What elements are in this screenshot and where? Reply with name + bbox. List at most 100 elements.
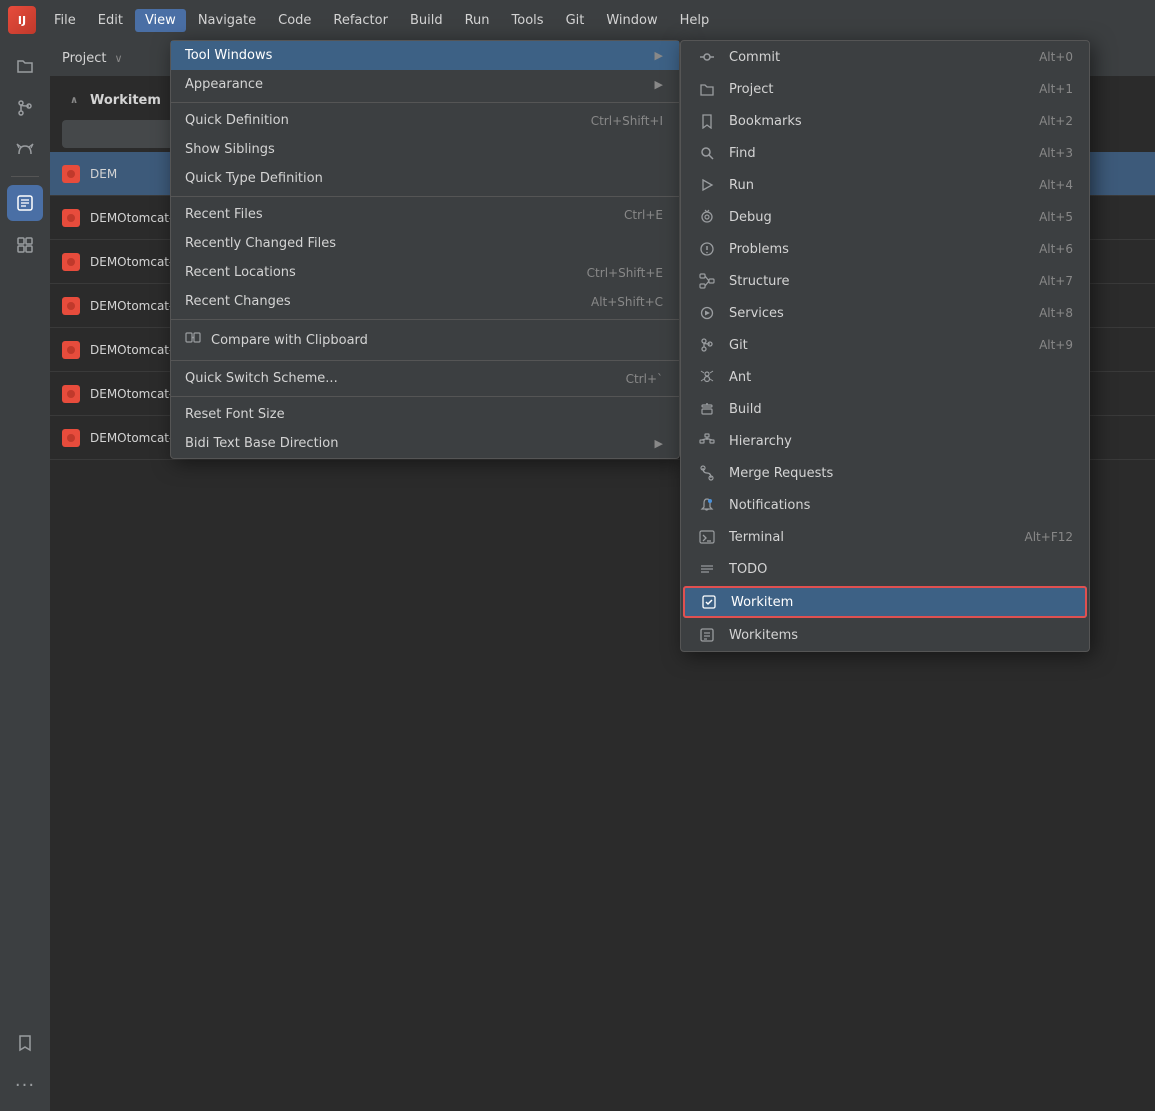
tw-item-workitems[interactable]: Workitems — [681, 619, 1089, 651]
tw-item-terminal[interactable]: Terminal Alt+F12 — [681, 521, 1089, 553]
menu-item-quick-type-definition[interactable]: Quick Type Definition — [171, 164, 679, 193]
tw-item-hierarchy[interactable]: Hierarchy — [681, 425, 1089, 457]
shortcut-label: Alt+1 — [1039, 82, 1073, 96]
red-dot-badge — [62, 253, 80, 271]
menu-item-compare-clipboard[interactable]: Compare with Clipboard — [171, 323, 679, 357]
tw-item-structure[interactable]: Structure Alt+7 — [681, 265, 1089, 297]
git-branch-icon — [695, 337, 719, 353]
shortcut-label: Alt+5 — [1039, 210, 1073, 224]
tw-item-problems[interactable]: Problems Alt+6 — [681, 233, 1089, 265]
menu-item-recent-files[interactable]: Recent Files Ctrl+E — [171, 200, 679, 229]
tw-item-label: Workitem — [731, 595, 1071, 610]
menu-item-appearance[interactable]: Appearance ▶ — [171, 70, 679, 99]
menu-tools[interactable]: Tools — [502, 9, 554, 32]
sidebar-cat-icon[interactable] — [7, 132, 43, 168]
tw-item-project[interactable]: Project Alt+1 — [681, 73, 1089, 105]
shortcut-label: Alt+0 — [1039, 50, 1073, 64]
menu-item-recently-changed-files[interactable]: Recently Changed Files — [171, 229, 679, 258]
tw-item-label: Hierarchy — [729, 434, 1073, 449]
sidebar-git-icon[interactable] — [7, 90, 43, 126]
commit-icon — [695, 49, 719, 65]
collapse-button[interactable]: ∧ — [64, 90, 84, 110]
menu-edit[interactable]: Edit — [88, 9, 133, 32]
tw-item-run[interactable]: Run Alt+4 — [681, 169, 1089, 201]
menu-build[interactable]: Build — [400, 9, 453, 32]
tw-item-label: Ant — [729, 370, 1073, 385]
tw-item-label: Services — [729, 306, 1039, 321]
shortcut-label: Ctrl+E — [624, 208, 663, 222]
shortcut-label: Ctrl+` — [626, 372, 663, 386]
tw-item-find[interactable]: Find Alt+3 — [681, 137, 1089, 169]
tw-item-label: Debug — [729, 210, 1039, 225]
sidebar-bookmark-icon[interactable] — [7, 1025, 43, 1061]
tw-item-notifications[interactable]: Notifications — [681, 489, 1089, 521]
menu-code[interactable]: Code — [268, 9, 321, 32]
merge-icon — [695, 465, 719, 481]
tw-item-bookmarks[interactable]: Bookmarks Alt+2 — [681, 105, 1089, 137]
shortcut-label: Alt+Shift+C — [591, 295, 663, 309]
menu-window[interactable]: Window — [596, 9, 667, 32]
sidebar-todo-icon[interactable] — [7, 185, 43, 221]
menu-separator — [171, 396, 679, 397]
menu-separator — [171, 319, 679, 320]
menu-item-quick-switch-scheme[interactable]: Quick Switch Scheme... Ctrl+` — [171, 364, 679, 393]
project-dropdown-arrow[interactable]: ∨ — [114, 52, 122, 65]
menu-item-label: Appearance — [185, 77, 647, 92]
menu-item-label: Tool Windows — [185, 48, 647, 63]
menu-item-label: Recent Locations — [185, 265, 563, 280]
tw-item-build[interactable]: Build — [681, 393, 1089, 425]
menu-item-label: Recently Changed Files — [185, 236, 663, 251]
menu-navigate[interactable]: Navigate — [188, 9, 266, 32]
tw-item-label: Project — [729, 82, 1039, 97]
menu-help[interactable]: Help — [670, 9, 720, 32]
menu-item-recent-changes[interactable]: Recent Changes Alt+Shift+C — [171, 287, 679, 316]
tw-item-services[interactable]: Services Alt+8 — [681, 297, 1089, 329]
menu-item-bidi-text[interactable]: Bidi Text Base Direction ▶ — [171, 429, 679, 458]
menu-item-show-siblings[interactable]: Show Siblings — [171, 135, 679, 164]
red-dot-badge — [62, 429, 80, 447]
menu-item-reset-font-size[interactable]: Reset Font Size — [171, 400, 679, 429]
menu-run[interactable]: Run — [455, 9, 500, 32]
tw-item-label: Structure — [729, 274, 1039, 289]
menu-refactor[interactable]: Refactor — [323, 9, 398, 32]
tw-item-label: Problems — [729, 242, 1039, 257]
menu-item-recent-locations[interactable]: Recent Locations Ctrl+Shift+E — [171, 258, 679, 287]
tool-windows-submenu[interactable]: Commit Alt+0 Project Alt+1 Bookmarks Alt… — [680, 40, 1090, 652]
tw-item-commit[interactable]: Commit Alt+0 — [681, 41, 1089, 73]
workitem-icon — [697, 594, 721, 610]
menu-git[interactable]: Git — [556, 9, 595, 32]
tw-item-label: Bookmarks — [729, 114, 1039, 129]
tw-item-ant[interactable]: Ant — [681, 361, 1089, 393]
services-icon — [695, 305, 719, 321]
menubar: IJ File Edit View Navigate Code Refactor… — [0, 0, 1155, 40]
view-menu[interactable]: Tool Windows ▶ Appearance ▶ Quick Defini… — [170, 40, 680, 459]
tw-item-todo[interactable]: TODO — [681, 553, 1089, 585]
run-icon — [695, 177, 719, 193]
compare-icon — [185, 330, 205, 350]
red-dot-badge — [62, 165, 80, 183]
tw-item-label: Find — [729, 146, 1039, 161]
tw-item-debug[interactable]: Debug Alt+5 — [681, 201, 1089, 233]
tw-item-label: Merge Requests — [729, 466, 1073, 481]
menu-item-tool-windows[interactable]: Tool Windows ▶ — [171, 41, 679, 70]
shortcut-label: Alt+3 — [1039, 146, 1073, 160]
sidebar-plugins-icon[interactable] — [7, 227, 43, 263]
workitems-icon — [695, 627, 719, 643]
build-icon — [695, 401, 719, 417]
tw-item-merge-requests[interactable]: Merge Requests — [681, 457, 1089, 489]
menu-item-label: Show Siblings — [185, 142, 663, 157]
tw-item-label: Git — [729, 338, 1039, 353]
sidebar-folder-icon[interactable] — [7, 48, 43, 84]
tw-item-git[interactable]: Git Alt+9 — [681, 329, 1089, 361]
hierarchy-icon — [695, 433, 719, 449]
bookmark-icon — [695, 113, 719, 129]
menu-item-quick-definition[interactable]: Quick Definition Ctrl+Shift+I — [171, 106, 679, 135]
sidebar-more-icon[interactable]: ··· — [7, 1067, 43, 1103]
menu-view[interactable]: View — [135, 9, 186, 32]
shortcut-label: Alt+6 — [1039, 242, 1073, 256]
left-sidebar: ··· — [0, 40, 50, 1111]
menu-file[interactable]: File — [44, 9, 86, 32]
app-logo: IJ — [8, 6, 36, 34]
tw-item-workitem[interactable]: Workitem — [683, 586, 1087, 618]
sidebar-divider — [11, 176, 39, 177]
